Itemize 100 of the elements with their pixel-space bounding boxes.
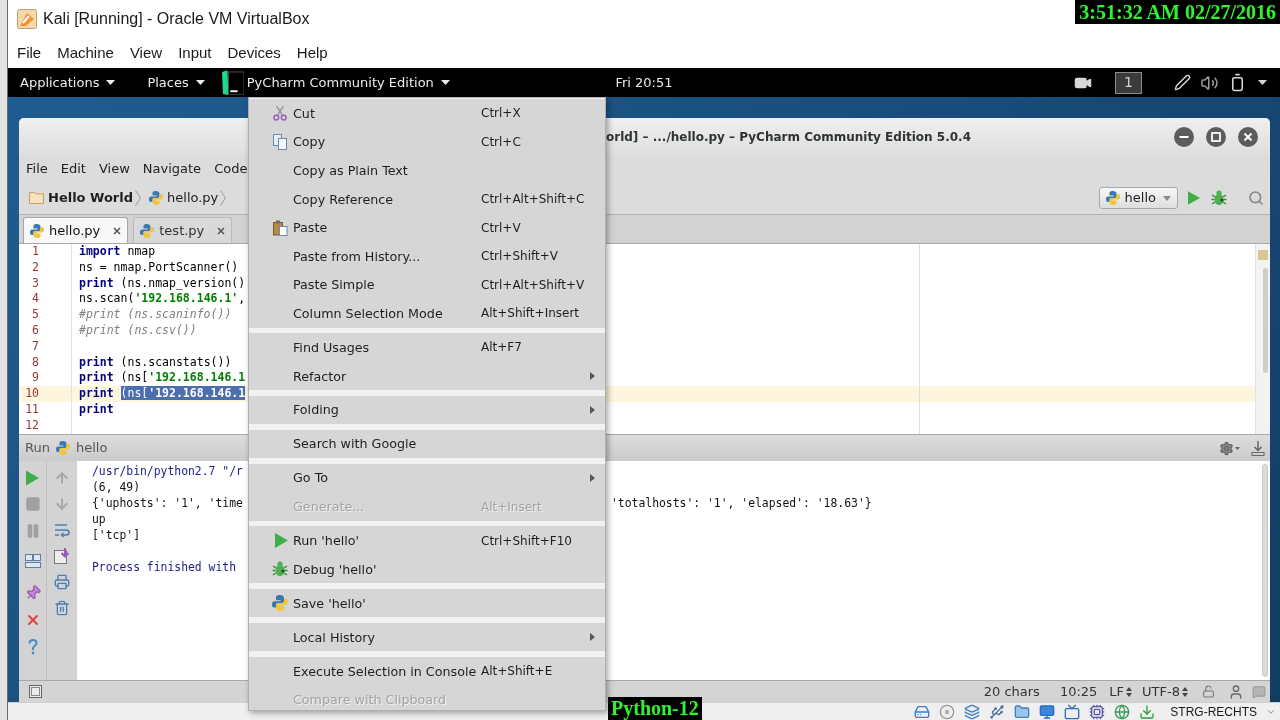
close-icon[interactable] <box>113 226 122 235</box>
app-menu[interactable]: PyCharm Community Edition <box>246 72 450 93</box>
globe-icon[interactable] <box>1114 703 1131 720</box>
close-icon[interactable] <box>1238 127 1258 147</box>
editor-tab[interactable]: hello.py <box>23 217 129 243</box>
trash-icon[interactable] <box>54 600 70 616</box>
menu-item[interactable]: File <box>26 159 48 179</box>
menu-item[interactable]: Edit <box>60 159 86 179</box>
scrollbar-thumb[interactable] <box>1263 268 1268 373</box>
menu-item[interactable]: Machine <box>57 41 114 65</box>
panel-title: Run <box>25 439 50 458</box>
console-line: {'uphosts': '1', 'time <box>92 496 243 510</box>
wrap-lines-icon[interactable] <box>54 522 70 538</box>
shortcut-label: Alt+F7 <box>481 339 522 357</box>
menu-item[interactable]: Devices <box>227 41 281 65</box>
code-line: print (ns.scanstats()) <box>79 354 232 371</box>
menu-item[interactable]: Column Selection Mode Alt+Shift+Insert <box>249 299 605 328</box>
menu-item[interactable]: Copy Reference Ctrl+Alt+Shift+C <box>249 184 605 214</box>
menu-item[interactable]: Paste Ctrl+V <box>249 213 605 242</box>
editor-tab[interactable]: test.py <box>133 217 233 243</box>
host-key-label: STRG-RECHTS <box>1170 703 1257 720</box>
menu-item[interactable]: File <box>17 41 42 65</box>
play-icon[interactable] <box>1188 191 1200 205</box>
menu-item[interactable]: Refactor <box>249 361 605 391</box>
panel-menu[interactable]: Places <box>147 72 205 93</box>
bug-icon[interactable] <box>1211 190 1227 206</box>
maximize-icon[interactable] <box>1206 127 1226 147</box>
python-icon <box>149 191 164 205</box>
minimize-icon[interactable] <box>1174 127 1194 147</box>
menu-item[interactable]: Help <box>296 41 328 65</box>
console-line: ['tcp'] <box>92 528 140 542</box>
python-icon <box>55 441 70 455</box>
submenu-arrow-icon <box>590 406 595 414</box>
line-number: 7 <box>32 338 39 355</box>
menu-item[interactable]: Folding <box>249 395 605 425</box>
chip-icon[interactable] <box>1089 703 1106 720</box>
shortcut-label: Ctrl+Alt+Shift+V <box>481 276 585 294</box>
workspace-indicator[interactable]: 1 <box>1115 71 1142 94</box>
disc-icon[interactable] <box>939 703 956 720</box>
help-icon[interactable] <box>27 639 38 655</box>
gear-icon[interactable] <box>1219 440 1234 456</box>
layout-icon[interactable] <box>24 554 41 568</box>
menu-item[interactable]: Paste Simple Ctrl+Alt+Shift+V <box>249 270 605 300</box>
layers-icon[interactable] <box>964 703 981 720</box>
menu-item[interactable]: Go To <box>249 463 605 493</box>
play-icon <box>275 533 288 549</box>
menu-item[interactable]: Cut Ctrl+X <box>249 99 605 128</box>
speech-bubble-icon[interactable] <box>1252 684 1266 699</box>
monitor-icon[interactable] <box>1039 703 1056 720</box>
folder-icon[interactable] <box>1014 703 1031 720</box>
caret-down-icon <box>440 80 450 85</box>
line-separator-selector[interactable]: LF <box>1109 681 1133 702</box>
menu-item[interactable]: Code <box>214 159 248 179</box>
search-icon[interactable] <box>1248 190 1264 206</box>
menu-item[interactable]: Find Usages Alt+F7 <box>249 333 605 362</box>
menu-item[interactable]: Run 'hello' Ctrl+Shift+F10 <box>249 526 605 555</box>
usb-icon[interactable] <box>989 703 1006 720</box>
menu-item[interactable]: Paste from History... Ctrl+Shift+V <box>249 241 605 271</box>
inspection-status-icon <box>1258 250 1268 260</box>
arrow-down-bar-icon[interactable] <box>1251 440 1265 456</box>
encoding-selector[interactable]: UTF-8 <box>1142 681 1188 702</box>
caret-position[interactable]: 10:25 <box>1059 681 1098 702</box>
scrollbar-thumb[interactable] <box>1262 464 1268 677</box>
code-line: ns = nmap.PortScanner() <box>79 259 239 276</box>
tv-icon[interactable] <box>1064 703 1081 720</box>
line-number: 2 <box>32 259 39 276</box>
panel-toggle-icon[interactable] <box>29 685 42 698</box>
menu-item[interactable]: View <box>98 159 130 179</box>
printer-icon[interactable] <box>54 574 70 590</box>
line-number: 8 <box>32 354 39 371</box>
code-line: import nmap <box>79 244 156 260</box>
download-icon[interactable] <box>1139 703 1156 720</box>
menu-item[interactable]: Local History <box>249 622 605 652</box>
hard-drive-icon[interactable] <box>914 703 931 720</box>
menu-item[interactable]: View <box>129 41 163 65</box>
clock: Fri 20:51 <box>615 73 673 92</box>
menu-item[interactable]: Copy Ctrl+C <box>249 127 605 157</box>
menu-item[interactable]: Copy as Plain Text <box>249 156 605 185</box>
chevron-right-icon <box>220 190 227 206</box>
code-line: #print (ns.csv()) <box>79 323 197 339</box>
menu-item[interactable]: Input <box>178 41 212 65</box>
pen-icon[interactable] <box>1174 74 1191 91</box>
menu-item[interactable]: Debug 'hello' <box>249 554 605 584</box>
breadcrumb[interactable]: Hello World <box>29 188 134 208</box>
breadcrumb[interactable]: hello.py <box>149 188 219 208</box>
run-config-label: hello <box>75 439 108 458</box>
menu-item[interactable]: Navigate <box>142 159 202 179</box>
line-number: 9 <box>32 370 39 387</box>
close-icon[interactable] <box>217 226 226 235</box>
submenu-arrow-icon <box>590 474 595 482</box>
menu-item[interactable]: Save 'hello' <box>249 588 605 618</box>
stop-icon[interactable] <box>24 496 41 512</box>
play-icon[interactable] <box>26 470 39 486</box>
speaker-icon[interactable] <box>1200 73 1219 92</box>
panel-menu[interactable]: Applications <box>20 72 116 93</box>
menu-item[interactable]: Execute Selection in Console Alt+Shift+E <box>249 656 605 686</box>
lock-icon[interactable] <box>1202 685 1215 698</box>
person-icon[interactable] <box>1228 683 1244 700</box>
run-config-dropdown[interactable]: hello <box>1098 187 1178 209</box>
menu-item[interactable]: Search with Google <box>249 429 605 459</box>
